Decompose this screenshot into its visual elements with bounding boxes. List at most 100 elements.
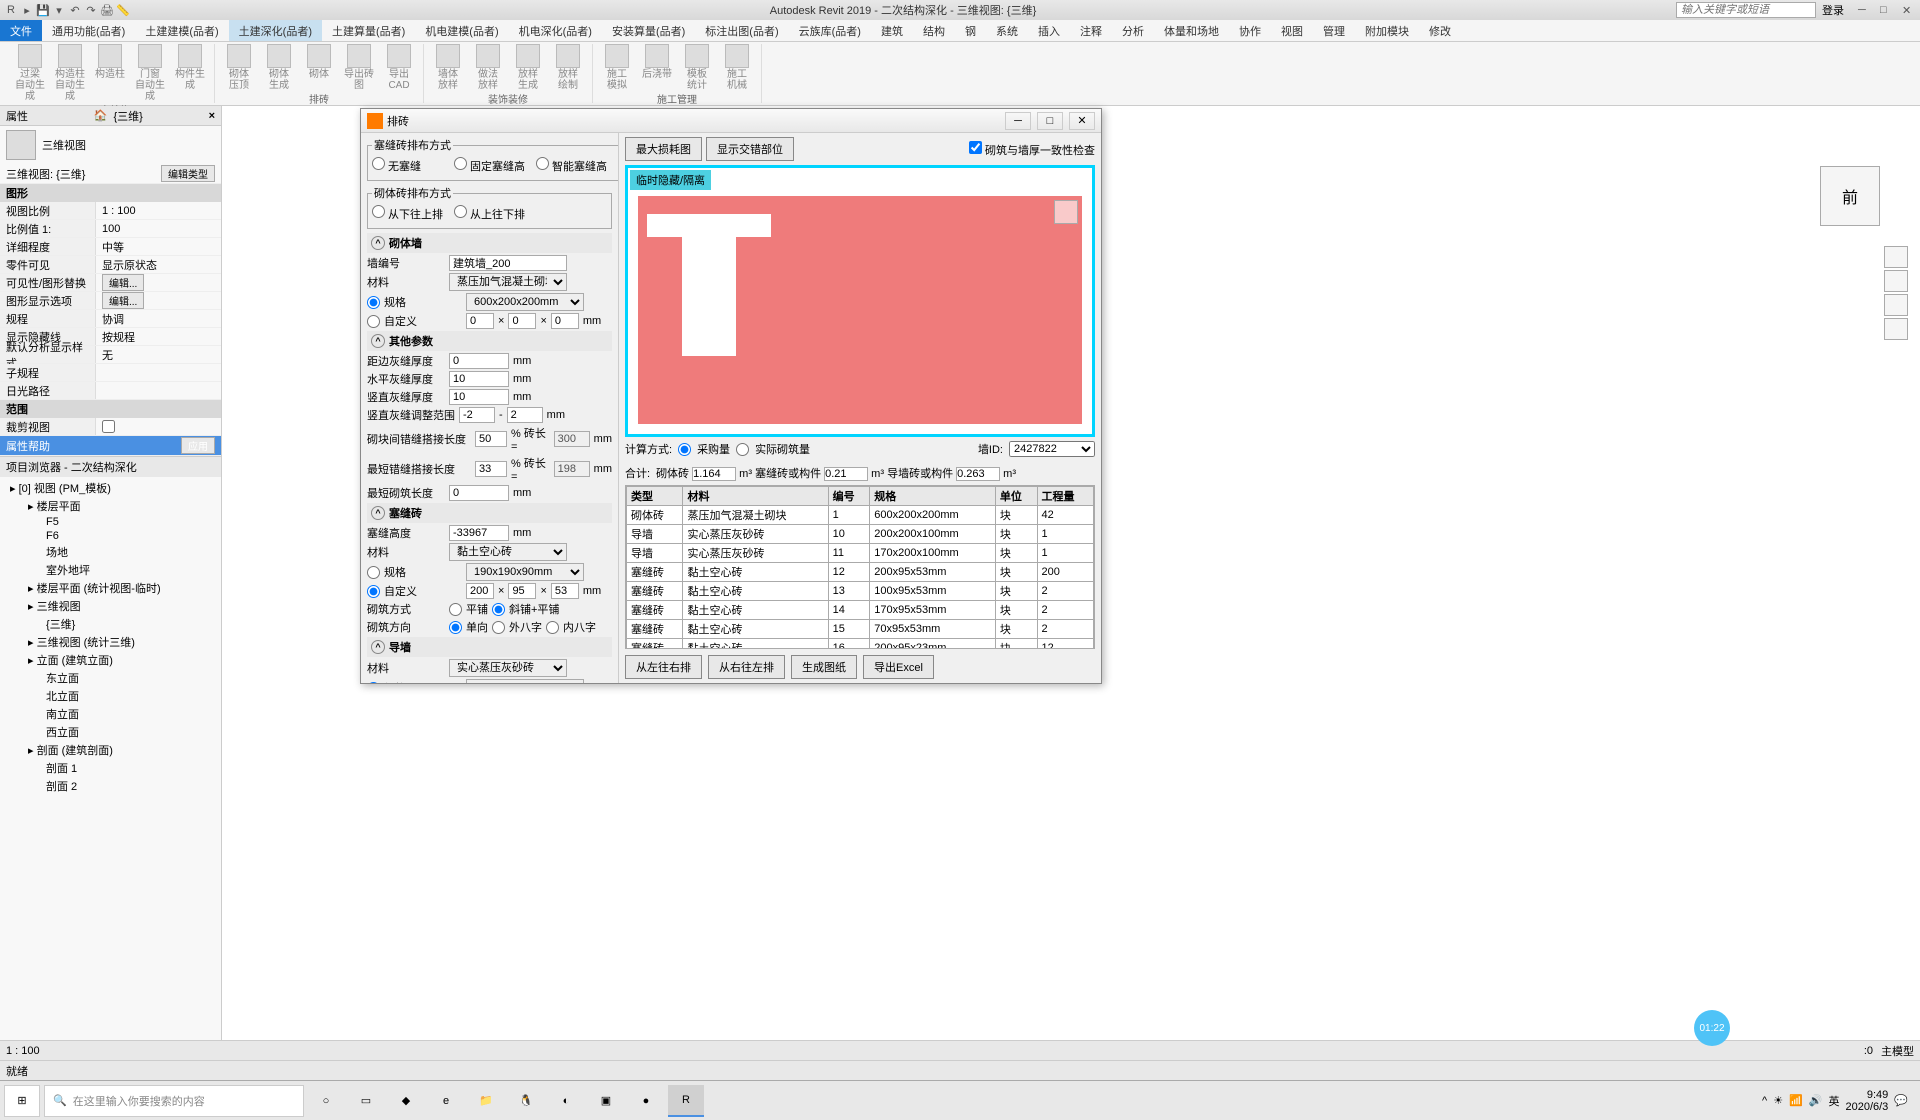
fs2-option[interactable]: 从下往上排 (372, 205, 450, 222)
zoom-label[interactable]: 1 : 100 (6, 1045, 40, 1057)
tray-weather-icon[interactable]: ☀ (1773, 1094, 1783, 1107)
ribbon-button[interactable]: 导出砖图 (341, 44, 377, 91)
ribbon-tab[interactable]: 标注出图(品者) (695, 20, 788, 41)
bd-in-radio[interactable] (546, 621, 559, 634)
print-icon[interactable]: 🖨 (100, 3, 114, 17)
tree-item[interactable]: F6 (0, 529, 221, 543)
property-row[interactable]: 子规程 (0, 364, 221, 382)
tree-item[interactable]: 场地 (0, 543, 221, 561)
bd-single-radio[interactable] (449, 621, 462, 634)
section-other[interactable]: ^其他参数 (367, 331, 612, 351)
seam-custom-radio[interactable] (367, 585, 380, 598)
table-row[interactable]: 塞缝砖黏土空心砖16200x95x23mm块12 (627, 639, 1094, 650)
save-icon[interactable]: 💾 (36, 3, 50, 17)
ribbon-button[interactable]: 放样生成 (510, 44, 546, 91)
ribbon-tab[interactable]: 土建建模(品者) (135, 20, 228, 41)
tree-item[interactable]: ▸ 立面 (建筑立面) (0, 651, 221, 669)
taskbar-search[interactable]: 🔍 在这里输入你要搜索的内容 (44, 1085, 304, 1117)
ribbon-button[interactable]: 砌体生成 (261, 44, 297, 91)
properties-help[interactable]: 属性帮助 (6, 438, 50, 454)
seam-material-select[interactable]: 黏土空心砖 (449, 543, 567, 561)
redo-icon[interactable]: ↷ (84, 3, 98, 17)
view-cube[interactable]: 前 (1820, 166, 1880, 226)
edge-icon[interactable]: e (428, 1085, 464, 1117)
ribbon-tab[interactable]: 云族库(品者) (789, 20, 871, 41)
ribbon-button[interactable]: 构件生成 (172, 44, 208, 102)
action-button[interactable]: 导出Excel (863, 655, 934, 679)
ribbon-button[interactable]: 构造柱自动生成 (52, 44, 88, 102)
ribbon-button[interactable]: 做法放样 (470, 44, 506, 91)
ribbon-tab[interactable]: 体量和场地 (1154, 20, 1229, 41)
min-gap-input[interactable] (475, 461, 507, 477)
param-input[interactable] (449, 353, 509, 369)
help-search-input[interactable] (1676, 2, 1816, 18)
tree-item[interactable]: ▸ 三维视图 (0, 597, 221, 615)
guide-spec-radio[interactable] (367, 682, 380, 684)
dialog-maximize-icon[interactable]: □ (1037, 112, 1063, 130)
max-loss-button[interactable]: 最大损耗图 (625, 137, 702, 161)
ribbon-button[interactable]: 砌体压顶 (221, 44, 257, 91)
start-button[interactable]: ⊞ (4, 1085, 40, 1117)
explorer-icon[interactable]: 📁 (468, 1085, 504, 1117)
tree-item[interactable]: 北立面 (0, 687, 221, 705)
ribbon-tab[interactable]: 分析 (1112, 20, 1154, 41)
ribbon-tab[interactable]: 机电建模(品者) (415, 20, 508, 41)
section-seam[interactable]: ^塞缝砖 (367, 503, 612, 523)
minimize-icon[interactable]: ─ (1858, 4, 1872, 17)
section-wall[interactable]: ^砌体墙 (367, 233, 612, 253)
seam-w-input[interactable] (466, 583, 494, 599)
ribbon-button[interactable]: 放样绘制 (550, 44, 586, 91)
tree-item[interactable]: ▸ 楼层平面 (0, 497, 221, 515)
block-gap-input[interactable] (475, 431, 507, 447)
ribbon-tab[interactable]: 土建算量(品者) (322, 20, 415, 41)
ribbon-tab[interactable]: 土建深化(品者) (229, 20, 322, 41)
ribbon-tab[interactable]: 注释 (1070, 20, 1112, 41)
ribbon-tab[interactable]: 机电深化(品者) (509, 20, 602, 41)
undo-icon[interactable]: ↶ (68, 3, 82, 17)
ribbon-tab[interactable]: 协作 (1229, 20, 1271, 41)
table-row[interactable]: 塞缝砖黏土空心砖14170x95x53mm块2 (627, 601, 1094, 620)
calc-actual-radio[interactable] (736, 443, 749, 456)
tree-item[interactable]: 南立面 (0, 705, 221, 723)
ribbon-tab[interactable]: 修改 (1419, 20, 1461, 41)
crop-view-checkbox[interactable] (102, 420, 115, 433)
ribbon-button[interactable]: 模板统计 (679, 44, 715, 91)
close-icon[interactable]: ✕ (1902, 4, 1916, 17)
ribbon-button[interactable]: 施工模拟 (599, 44, 635, 91)
ribbon-tab[interactable]: 通用功能(品者) (42, 20, 135, 41)
nav-zoom-icon[interactable] (1884, 294, 1908, 316)
ribbon-button[interactable]: 过梁自动生成 (12, 44, 48, 102)
tray-volume-icon[interactable]: 🔊 (1809, 1094, 1823, 1107)
app1-icon[interactable]: ◆ (388, 1085, 424, 1117)
measure-icon[interactable]: 📏 (116, 3, 130, 17)
table-row[interactable]: 导墙实心蒸压灰砂砖10200x200x100mm块1 (627, 525, 1094, 544)
seam-spec-select[interactable]: 190x190x90mm (466, 563, 584, 581)
property-row[interactable]: 日光路径 (0, 382, 221, 400)
param-input[interactable] (449, 389, 509, 405)
seam-h-input[interactable] (508, 583, 536, 599)
tab-file[interactable]: 文件 (0, 20, 42, 41)
ribbon-tab[interactable]: 钢 (955, 20, 986, 41)
preview-canvas[interactable] (638, 196, 1082, 424)
ribbon-tab[interactable]: 附加模块 (1355, 20, 1419, 41)
action-button[interactable]: 生成图纸 (791, 655, 857, 679)
dialog-minimize-icon[interactable]: ─ (1005, 112, 1031, 130)
guide-spec-select[interactable]: 400x200x100mm (466, 679, 584, 683)
fs2-option[interactable]: 从上往下排 (454, 205, 532, 222)
bm-angle-radio[interactable] (492, 603, 505, 616)
property-row[interactable]: 规程协调 (0, 310, 221, 328)
wall-id-select[interactable]: 2427822 (1009, 441, 1095, 457)
ribbon-tab[interactable]: 建筑 (871, 20, 913, 41)
property-row[interactable]: 零件可见显示原状态 (0, 256, 221, 274)
calc-purchase-radio[interactable] (678, 443, 691, 456)
tray-network-icon[interactable]: 📶 (1789, 1094, 1803, 1107)
property-row[interactable]: 比例值 1:100 (0, 220, 221, 238)
table-row[interactable]: 导墙实心蒸压灰砂砖11170x200x100mm块1 (627, 544, 1094, 563)
wall-id-input[interactable] (449, 255, 567, 271)
seam-height-input[interactable] (449, 525, 509, 541)
preview-tool-icon[interactable] (1054, 200, 1078, 224)
custom-d-input[interactable] (551, 313, 579, 329)
home-icon[interactable]: 🏠 (94, 109, 108, 122)
tree-item[interactable]: ▸ 剖面 (建筑剖面) (0, 741, 221, 759)
custom-h-input[interactable] (508, 313, 536, 329)
